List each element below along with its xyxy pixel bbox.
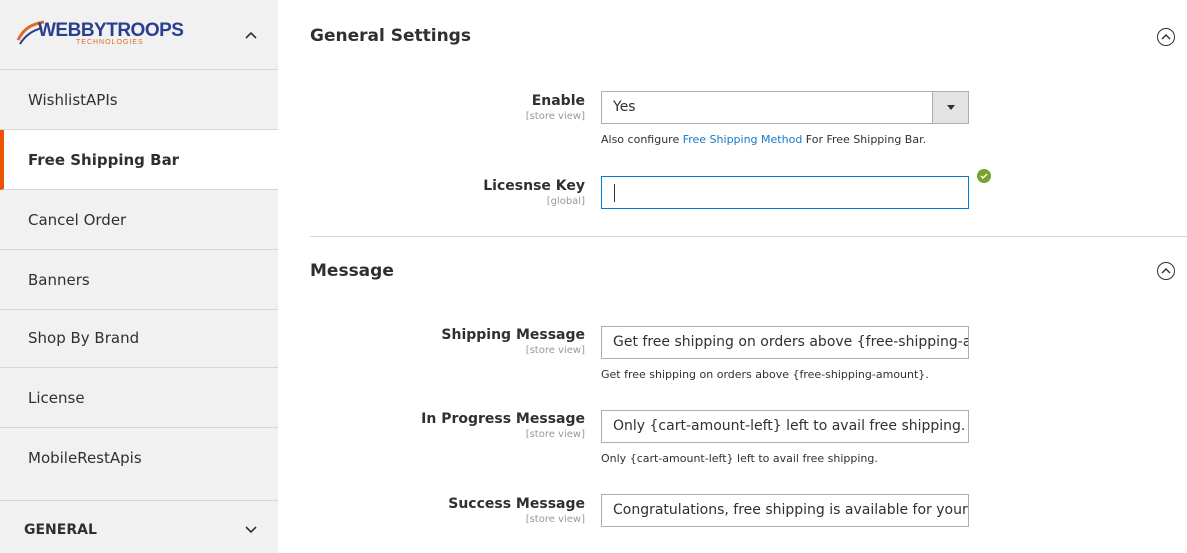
shipping-message-input[interactable]: Get free shipping on orders above {free-…: [601, 326, 969, 359]
collapse-general-settings-button[interactable]: [1157, 28, 1175, 46]
sidebar-item-label: Banners: [28, 271, 90, 289]
webbytroops-logo: WEBBYTROOPS TECHNOLOGIES: [16, 18, 184, 50]
free-shipping-method-link[interactable]: Free Shipping Method: [683, 133, 803, 146]
logo-subtext: TECHNOLOGIES: [76, 39, 144, 46]
select-arrow[interactable]: [932, 92, 968, 123]
in-progress-message-scope: [store view]: [525, 429, 585, 440]
chevron-up-icon: [1161, 34, 1171, 40]
shipping-message-scope: [store view]: [525, 345, 585, 356]
sidebar-item-label: License: [28, 389, 85, 407]
in-progress-message-input[interactable]: Only {cart-amount-left} left to avail fr…: [601, 410, 969, 443]
enable-scope: [store view]: [525, 111, 585, 122]
chevron-up-icon: [1161, 268, 1171, 274]
caret-down-icon: [947, 105, 955, 110]
valid-check-icon: [977, 169, 991, 183]
success-message-label: Success Message: [448, 496, 585, 512]
sidebar-item-label: Cancel Order: [28, 211, 127, 229]
success-message-scope: [store view]: [525, 514, 585, 525]
shipping-message-note: Get free shipping on orders above {free-…: [601, 368, 929, 381]
sidebar-item-label: WishlistAPIs: [28, 91, 118, 109]
sidebar-item-shop-by-brand[interactable]: Shop By Brand: [0, 308, 278, 368]
in-progress-message-note: Only {cart-amount-left} left to avail fr…: [601, 452, 878, 465]
section-divider: [310, 236, 1187, 237]
sidebar-item-mobilerestapis[interactable]: MobileRestApis: [0, 428, 278, 488]
enable-label: Enable: [531, 93, 585, 109]
sidebar-vendor-header[interactable]: WEBBYTROOPS TECHNOLOGIES: [0, 0, 278, 70]
in-progress-message-label: In Progress Message: [421, 411, 585, 427]
sidebar-section-label: GENERAL: [24, 522, 97, 538]
sidebar-item-cancel-order[interactable]: Cancel Order: [0, 190, 278, 250]
sidebar: WEBBYTROOPS TECHNOLOGIES WishlistAPIs Fr…: [0, 0, 278, 553]
license-key-scope: [global]: [546, 196, 585, 207]
sidebar-item-label: Free Shipping Bar: [28, 151, 180, 169]
enable-note-suffix: For Free Shipping Bar.: [802, 133, 927, 146]
enable-select[interactable]: Yes: [601, 91, 969, 124]
section-title-message[interactable]: Message: [310, 261, 394, 281]
chevron-up-icon[interactable]: [244, 30, 258, 40]
sidebar-item-license[interactable]: License: [0, 368, 278, 428]
chevron-down-icon: [245, 526, 257, 534]
license-key-input[interactable]: [601, 176, 969, 209]
section-title-general-settings[interactable]: General Settings: [310, 26, 471, 46]
collapse-message-button[interactable]: [1157, 262, 1175, 280]
sidebar-item-wishlistapis[interactable]: WishlistAPIs: [0, 70, 278, 130]
success-message-input[interactable]: Congratulations, free shipping is availa…: [601, 494, 969, 527]
enable-note-prefix: Also configure: [601, 133, 683, 146]
enable-select-value: Yes: [613, 99, 636, 115]
text-cursor: [614, 184, 615, 202]
enable-note: Also configure Free Shipping Method For …: [601, 133, 926, 146]
sidebar-item-label: MobileRestApis: [28, 449, 142, 467]
sidebar-item-label: Shop By Brand: [28, 329, 140, 347]
shipping-message-label: Shipping Message: [441, 327, 585, 343]
license-key-label: Licesnse Key: [483, 178, 585, 194]
sidebar-item-banners[interactable]: Banners: [0, 250, 278, 310]
sidebar-item-free-shipping-bar[interactable]: Free Shipping Bar: [0, 130, 278, 190]
sidebar-section-general[interactable]: GENERAL: [0, 500, 278, 553]
